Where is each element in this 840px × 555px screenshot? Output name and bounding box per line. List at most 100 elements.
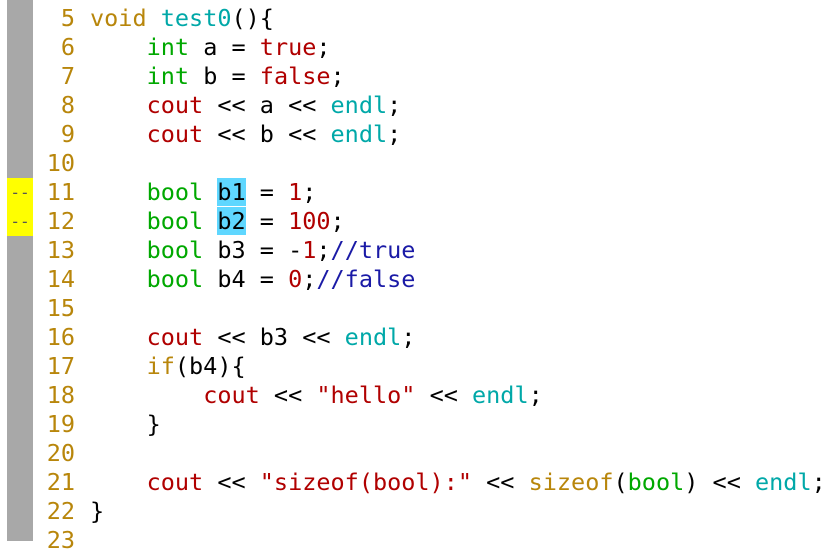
line-text[interactable]: } — [90, 497, 104, 526]
line-number: 12 — [46, 207, 75, 235]
code-line[interactable]: 21 cout << "sizeof(bool):" << sizeof(boo… — [0, 468, 840, 497]
code-token: endl — [344, 323, 402, 351]
code-token: ; — [401, 323, 416, 351]
line-number: 22 — [46, 497, 75, 525]
line-number: 6 — [60, 33, 75, 61]
code-token: bool — [146, 265, 204, 293]
code-line[interactable]: 22} — [0, 497, 840, 526]
code-token: << b3 << — [203, 323, 345, 351]
code-token: if — [146, 352, 175, 380]
line-text[interactable]: cout << b3 << endl; — [90, 323, 416, 352]
code-token: int — [146, 62, 190, 90]
change-marker — [7, 236, 33, 265]
code-token: ; — [316, 33, 331, 61]
code-token: bool — [146, 236, 204, 264]
code-token: 1 — [302, 236, 317, 264]
line-text[interactable]: void test0(){ — [90, 4, 274, 33]
code-line[interactable]: 7 int b = false; — [0, 62, 840, 91]
code-token: cout — [146, 91, 204, 119]
code-editor[interactable]: 5 void test0(){6 int a = true; 7 int b = f… — [0, 0, 840, 554]
line-number: 8 — [60, 91, 75, 119]
code-token: (b4){ — [174, 352, 246, 380]
code-line[interactable]: 15 — [0, 294, 840, 323]
change-marker — [7, 468, 33, 497]
code-line[interactable]: 14 bool b4 = 0;//false — [0, 265, 840, 294]
code-token: (){ — [231, 4, 274, 32]
code-token: ; — [387, 91, 402, 119]
line-text[interactable]: cout << "hello" << endl; — [90, 381, 543, 410]
code-token: ; — [302, 178, 317, 206]
code-token: test0 — [160, 4, 232, 32]
code-line[interactable]: -- 11 bool b1 = 1; — [0, 178, 840, 207]
code-token: cout — [146, 120, 204, 148]
code-token: cout — [146, 468, 204, 496]
line-text[interactable]: int b = false; — [90, 62, 345, 91]
code-token: ; — [330, 62, 345, 90]
code-line[interactable]: 8 cout << a << endl; — [0, 91, 840, 120]
change-marker — [7, 497, 33, 526]
line-text[interactable]: cout << b << endl; — [90, 120, 402, 149]
line-text[interactable]: bool b3 = -1;//true — [90, 236, 416, 265]
code-token: ; — [528, 381, 543, 409]
change-marker — [7, 352, 33, 381]
code-line[interactable]: 5 void test0(){ — [0, 4, 840, 33]
code-token: 1 — [288, 178, 303, 206]
line-text[interactable]: if(b4){ — [90, 352, 246, 381]
line-number: 7 — [60, 62, 75, 90]
line-text[interactable]: int a = true; — [90, 33, 331, 62]
code-line[interactable]: 17 if(b4){ — [0, 352, 840, 381]
line-text[interactable]: } — [90, 410, 161, 439]
line-number: 18 — [46, 381, 75, 409]
code-token: << — [472, 468, 529, 496]
code-token: ; — [316, 236, 331, 264]
code-token: << b << — [203, 120, 331, 148]
code-token: endl — [330, 120, 388, 148]
code-area[interactable]: 5 void test0(){6 int a = true; 7 int b = f… — [0, 4, 840, 555]
line-text[interactable]: cout << a << endl; — [90, 91, 402, 120]
code-token: 100 — [288, 207, 331, 235]
code-token: endl — [472, 381, 529, 409]
code-line[interactable]: 16 cout << b3 << endl; — [0, 323, 840, 352]
change-marker — [7, 265, 33, 294]
code-token: //false — [316, 265, 416, 293]
code-line[interactable]: 13 bool b3 = -1;//true — [0, 236, 840, 265]
line-text[interactable]: bool b4 = 0;//false — [90, 265, 416, 294]
code-token: 0 — [288, 265, 303, 293]
code-line[interactable]: 20 — [0, 439, 840, 468]
code-line[interactable]: 18 cout << "hello" << endl; — [0, 381, 840, 410]
change-marker: -- — [7, 178, 33, 207]
code-token: sizeof — [528, 468, 614, 496]
change-marker — [7, 323, 33, 352]
change-marker — [7, 91, 33, 120]
code-line[interactable]: 6 int a = true; — [0, 33, 840, 62]
change-marker — [7, 410, 33, 439]
line-number: 10 — [46, 149, 75, 177]
change-marker — [7, 439, 33, 468]
code-token: } — [90, 410, 161, 438]
code-token: = — [245, 207, 289, 235]
line-number: 16 — [46, 323, 75, 351]
line-text[interactable]: bool b1 = 1; — [90, 178, 316, 207]
code-line[interactable]: 10 — [0, 149, 840, 178]
code-line[interactable]: 9 cout << b << endl; — [0, 120, 840, 149]
line-text[interactable]: bool b2 = 100; — [90, 207, 345, 236]
code-line[interactable]: 19 } — [0, 410, 840, 439]
line-number: 5 — [60, 4, 75, 32]
line-text[interactable]: cout << "sizeof(bool):" << sizeof(bool) … — [90, 468, 826, 497]
code-token: a = — [189, 33, 260, 61]
code-token: int — [146, 33, 190, 61]
code-token: //true — [330, 236, 416, 264]
code-line[interactable]: -- 12 bool b2 = 100; — [0, 207, 840, 236]
code-token: bool — [146, 178, 204, 206]
change-marker — [7, 33, 33, 62]
